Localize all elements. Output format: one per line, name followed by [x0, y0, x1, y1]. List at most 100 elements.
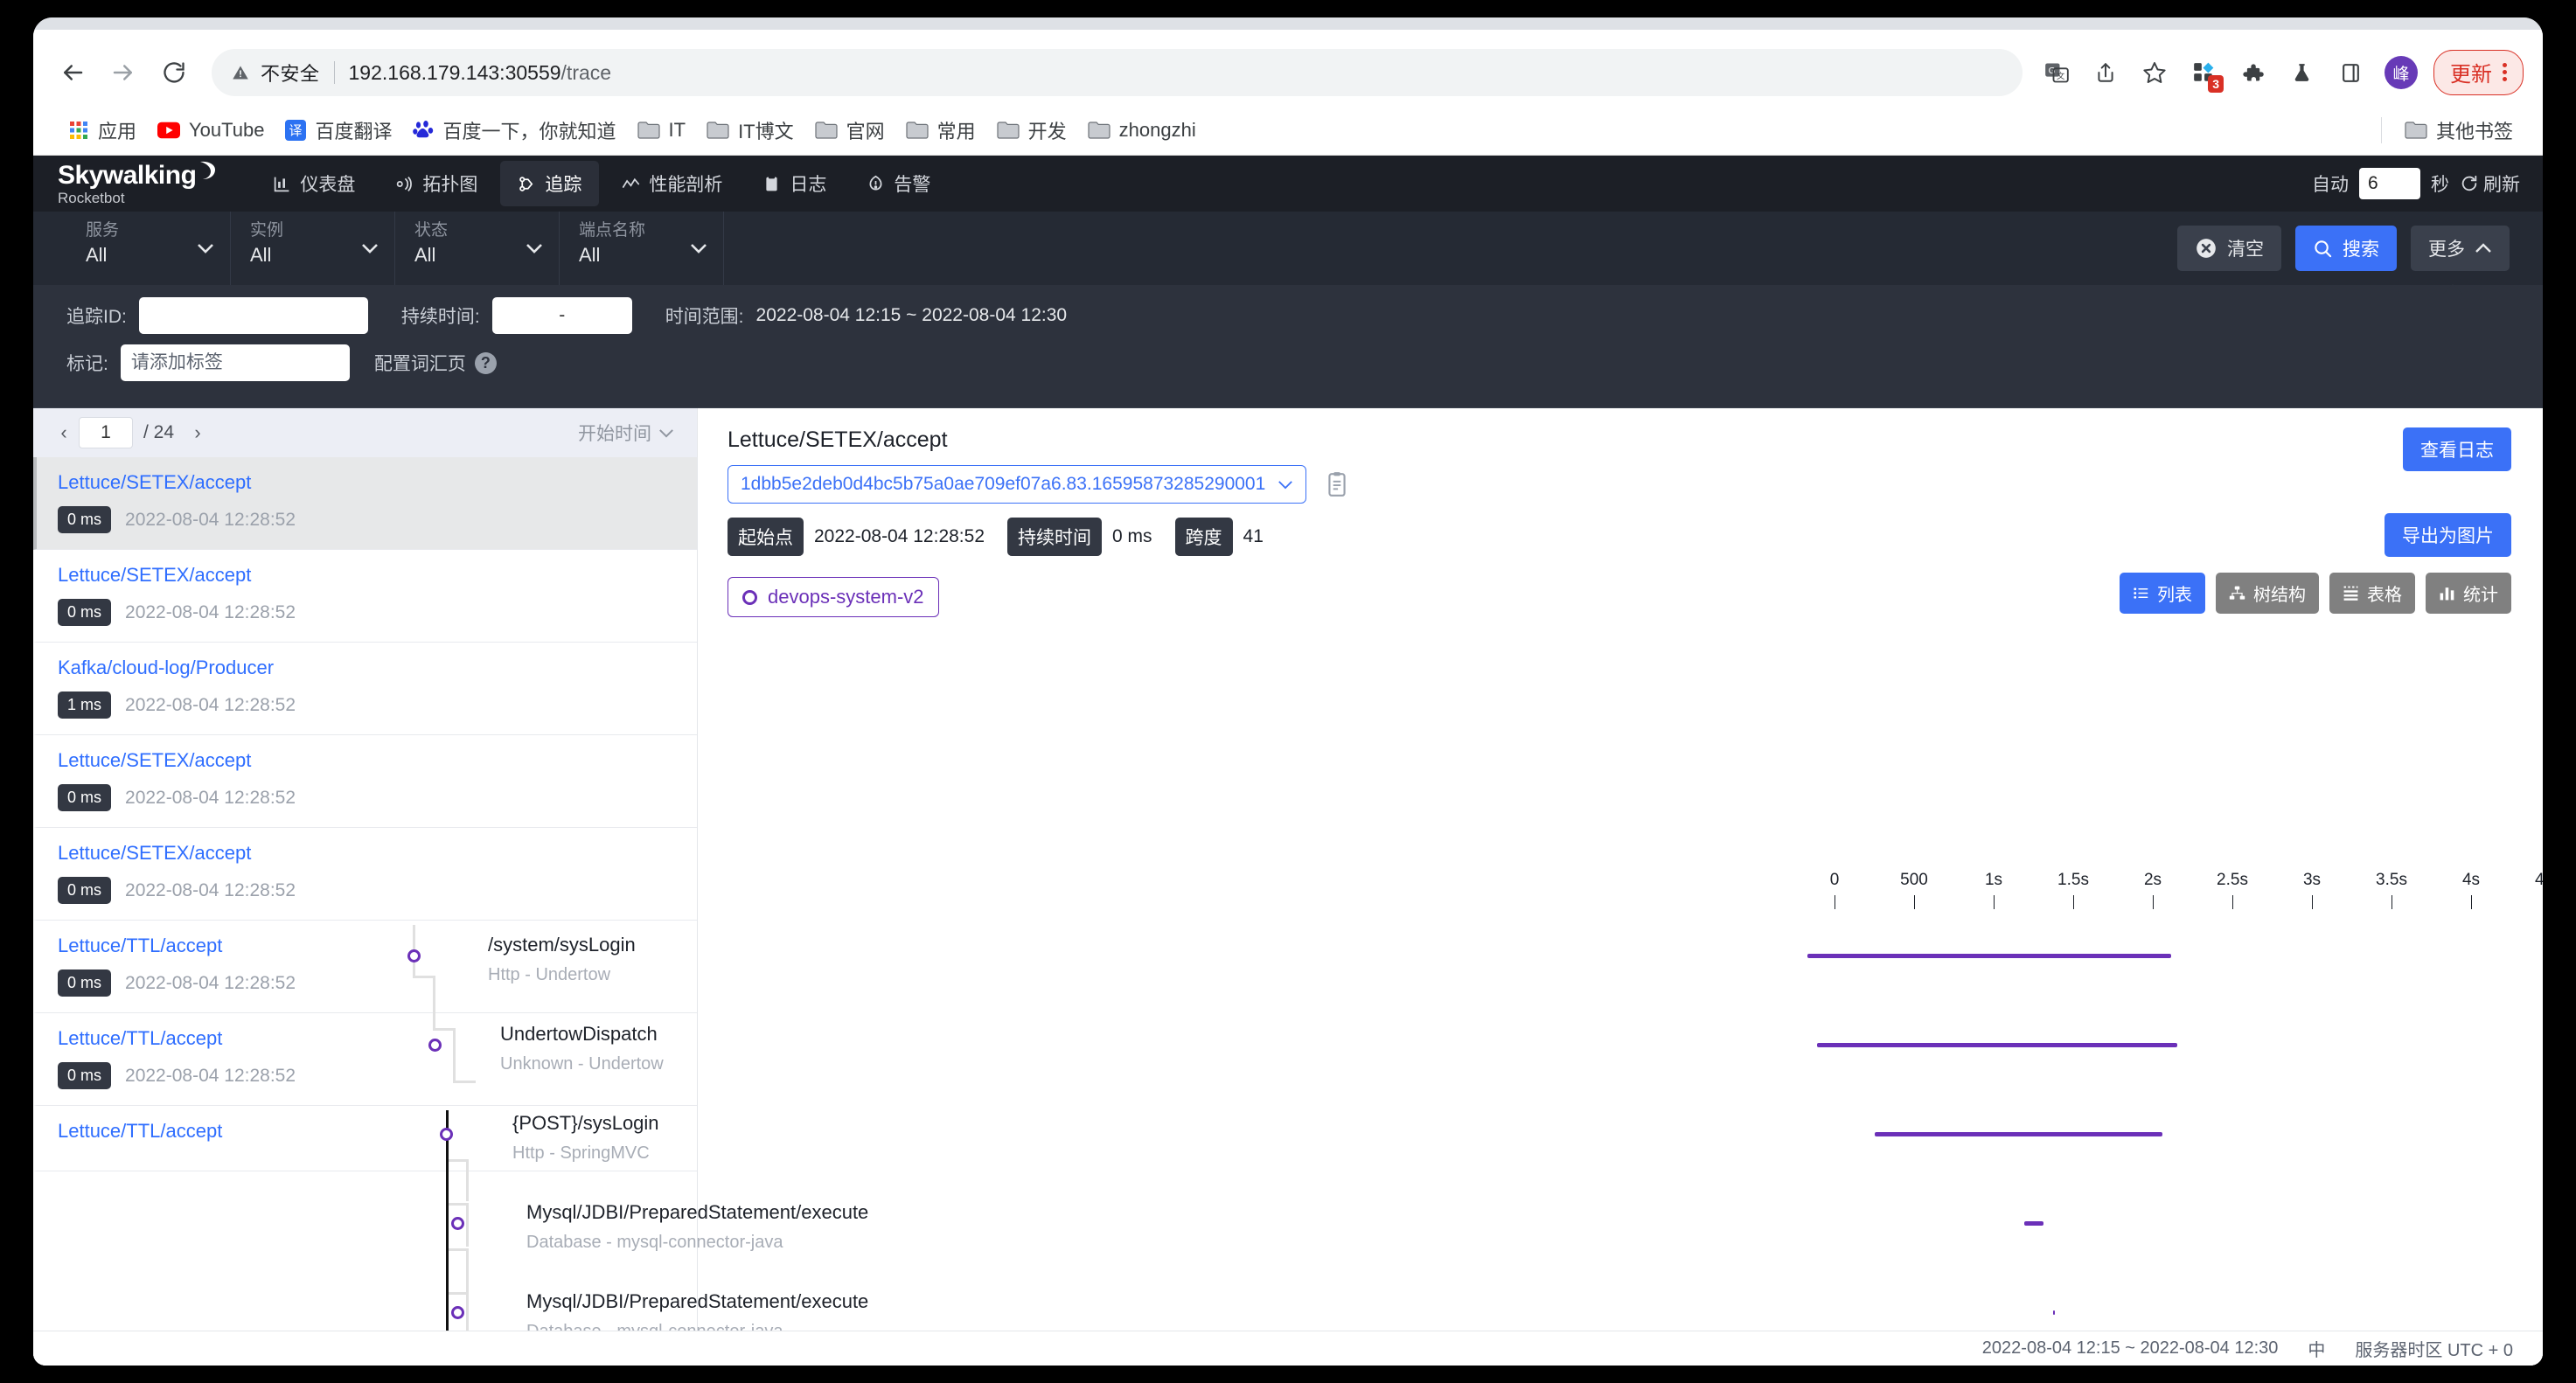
bookmark-youtube[interactable]: YouTube [147, 114, 275, 147]
duration-value: 0 ms [1112, 526, 1152, 546]
nav-label: 性能剖析 [649, 175, 723, 195]
bookmark-star-icon[interactable] [2133, 51, 2176, 94]
tab-statistics[interactable]: 统计 [2426, 573, 2511, 614]
trace-item-name: Lettuce/SETEX/accept [58, 471, 252, 493]
prev-page-button[interactable]: ‹ [49, 418, 79, 448]
span-row[interactable]: UndertowDispatch Unknown - Undertow [63, 1014, 2543, 1103]
share-icon[interactable] [2084, 51, 2127, 94]
service-dot-icon [742, 589, 757, 605]
trace-id-select[interactable]: 1dbb5e2deb0d4bc5b75a0ae709ef07a6.83.1659… [728, 465, 1307, 504]
seconds-unit-label: 秒 [2431, 175, 2449, 195]
span-component: Database - mysql-connector-java [526, 1233, 783, 1252]
nav-label: 追踪 [545, 175, 582, 195]
bookmark-label: IT博文 [738, 120, 794, 142]
svg-text:G: G [2049, 66, 2056, 76]
nav-logs[interactable]: 日志 [745, 161, 844, 206]
filter-endpoint[interactable]: 端点名称 All [560, 212, 724, 285]
reload-icon[interactable] [150, 49, 198, 96]
help-icon[interactable]: ? [474, 351, 497, 374]
nav-dashboard[interactable]: 仪表盘 [255, 161, 372, 206]
advanced-row-2: 标记: 配置词汇页 ? [66, 344, 2543, 381]
side-panel-icon[interactable] [2329, 51, 2372, 94]
filter-service[interactable]: 服务 All [66, 212, 231, 285]
forward-icon[interactable] [100, 49, 147, 96]
trace-list-item[interactable]: Kafka/cloud-log/Producer 1 ms 2022-08-04… [33, 643, 697, 735]
refresh-button[interactable]: 刷新 [2460, 170, 2520, 197]
folder-icon [707, 122, 729, 139]
time-range-label: 时间范围: [665, 307, 744, 327]
page-input[interactable] [79, 417, 133, 448]
nav-alarm[interactable]: 告警 [849, 161, 948, 206]
alarm-icon [869, 175, 882, 190]
more-button[interactable]: 更多 [2411, 226, 2510, 271]
back-icon[interactable] [49, 49, 96, 96]
trace-list-item[interactable]: Lettuce/SETEX/accept 0 ms 2022-08-04 12:… [33, 735, 697, 828]
span-row[interactable]: Mysql/JDBI/PreparedStatement/execute Dat… [63, 1192, 2543, 1282]
chrome-menu-icon[interactable] [2503, 63, 2507, 81]
bookmark-baidu-translate[interactable]: 译 百度翻译 [275, 111, 402, 149]
url-host: 192.168.179.143:30559 [348, 60, 561, 84]
flask-icon[interactable] [2280, 51, 2323, 94]
next-page-button[interactable]: › [183, 418, 212, 448]
duration-input[interactable] [491, 297, 632, 334]
bookmark-folder-itblog[interactable]: IT博文 [696, 111, 804, 149]
trace-list-item[interactable]: Lettuce/SETEX/accept 0 ms 2022-08-04 12:… [33, 457, 697, 550]
sort-selector[interactable]: 开始时间 [578, 420, 674, 446]
bookmark-folder-zhongzhi[interactable]: zhongzhi [1077, 114, 1207, 147]
span-name: UndertowDispatch [500, 1023, 658, 1045]
tags-input[interactable] [120, 344, 350, 381]
service-tag[interactable]: devops-system-v2 [728, 577, 939, 617]
trace-id-input[interactable] [138, 297, 368, 334]
filter-instance[interactable]: 实例 All [231, 212, 395, 285]
chevron-down-icon [1278, 480, 1293, 489]
filter-bar: 服务 All 实例 All 状态 All 端点名称 All 清空 搜索 更多 [33, 212, 2543, 294]
axis-tick-label: 1.5s [2057, 871, 2089, 889]
extensions-icon[interactable]: 3 [2182, 51, 2225, 94]
tab-tree[interactable]: 树结构 [2216, 573, 2319, 614]
bookmark-folder-it[interactable]: IT [627, 114, 697, 147]
trace-list-item[interactable]: Lettuce/SETEX/accept 0 ms 2022-08-04 12:… [33, 550, 697, 643]
bookmark-apps[interactable]: 应用 [58, 111, 147, 149]
nav-topology[interactable]: 拓扑图 [378, 161, 495, 206]
span-row[interactable]: {POST}/sysLogin Http - SpringMVC [63, 1103, 2543, 1192]
copy-icon[interactable] [1326, 471, 1348, 497]
span-bar [2024, 1221, 2043, 1226]
trace-list-item[interactable]: Lettuce/SETEX/accept 0 ms 2022-08-04 12:… [33, 828, 697, 921]
bookmark-label: 常用 [936, 120, 976, 142]
bookmark-folder-dev[interactable]: 开发 [986, 111, 1077, 149]
bookmark-baidu[interactable]: 百度一下，你就知道 [402, 111, 626, 149]
profile-avatar[interactable]: 峰 [2385, 56, 2418, 89]
search-button[interactable]: 搜索 [2295, 226, 2397, 271]
trace-item-time: 2022-08-04 12:28:52 [125, 694, 296, 715]
bookmark-folder-common[interactable]: 常用 [895, 111, 986, 149]
axis-tick: 1s [1967, 871, 2020, 909]
translate-icon[interactable]: G文 [2035, 51, 2078, 94]
topology-icon [397, 176, 413, 191]
vocab-config-link[interactable]: 配置词汇页 ? [374, 350, 497, 376]
other-bookmarks[interactable]: 其他书签 [2394, 111, 2524, 149]
clear-button[interactable]: 清空 [2177, 226, 2281, 271]
address-bar[interactable]: 不安全 192.168.179.143:30559/trace [212, 49, 2023, 96]
bookmark-folder-official[interactable]: 官网 [804, 111, 895, 149]
view-logs-button[interactable]: 查看日志 [2403, 427, 2511, 471]
puzzle-icon[interactable] [2231, 51, 2274, 94]
footer-language[interactable]: 中 [2308, 1336, 2325, 1361]
update-button[interactable]: 更新 [2433, 50, 2524, 95]
tab-table[interactable]: 表格 [2329, 573, 2415, 614]
nav-profiling[interactable]: 性能剖析 [604, 161, 740, 206]
baidu-icon [413, 120, 434, 137]
toolbar-icons: G文 3 峰 更新 [2035, 50, 2524, 95]
nav-trace[interactable]: 追踪 [500, 161, 600, 206]
tree-icon [2229, 586, 2245, 600]
time-range-value[interactable]: 2022-08-04 12:15 ~ 2022-08-04 12:30 [756, 305, 1068, 326]
baidu-translate-icon: 译 [285, 119, 307, 141]
tab-list[interactable]: 列表 [2120, 573, 2205, 614]
url-text: 192.168.179.143:30559/trace [349, 61, 612, 85]
refresh-interval-input[interactable] [2359, 168, 2420, 199]
export-image-button[interactable]: 导出为图片 [2385, 513, 2511, 557]
filter-status[interactable]: 状态 All [395, 212, 560, 285]
other-bookmarks-label: 其他书签 [2435, 120, 2513, 142]
span-row[interactable]: /system/sysLogin Http - Undertow [63, 925, 2543, 1014]
browser-toolbar: 不安全 192.168.179.143:30559/trace G文 3 峰 更… [33, 40, 2543, 105]
trace-item-time: 2022-08-04 12:28:52 [125, 787, 296, 808]
